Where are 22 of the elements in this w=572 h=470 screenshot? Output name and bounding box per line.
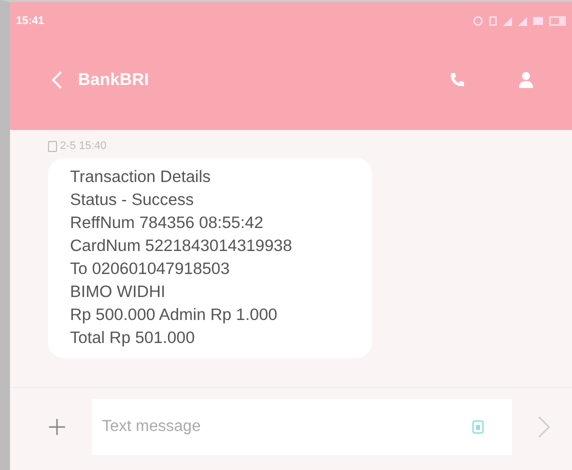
alarm-icon — [473, 16, 483, 26]
sim-icon — [48, 140, 57, 152]
message-line: CardNum 5221843014319938 — [70, 236, 294, 257]
message-line: Rp 500.000 Admin Rp 1.000 — [70, 305, 278, 326]
send-icon[interactable] — [538, 416, 550, 438]
message-line: Total Rp 501.000 — [70, 328, 196, 349]
message-field[interactable]: Text message — [92, 399, 512, 455]
message-timestamp: 2-5 15:40 — [60, 140, 106, 152]
message-line: ReffNum 784356 08:55:42 — [70, 213, 264, 234]
contact-name: BankBRI — [78, 70, 149, 90]
phone-icon[interactable] — [448, 71, 466, 89]
add-icon[interactable] — [48, 418, 66, 436]
contact-icon[interactable] — [518, 71, 534, 89]
message-line: BIMO WIDHI — [70, 282, 166, 303]
message-line: Transaction Details — [70, 167, 212, 188]
sim-card-icon[interactable] — [472, 420, 484, 434]
status-time: 15:41 — [16, 15, 44, 27]
battery-icon — [549, 16, 566, 26]
message-line: Status - Success — [70, 190, 195, 211]
back-icon[interactable] — [52, 71, 62, 89]
sim-icon — [489, 16, 497, 26]
message-line: To 020601047918503 — [70, 259, 231, 280]
